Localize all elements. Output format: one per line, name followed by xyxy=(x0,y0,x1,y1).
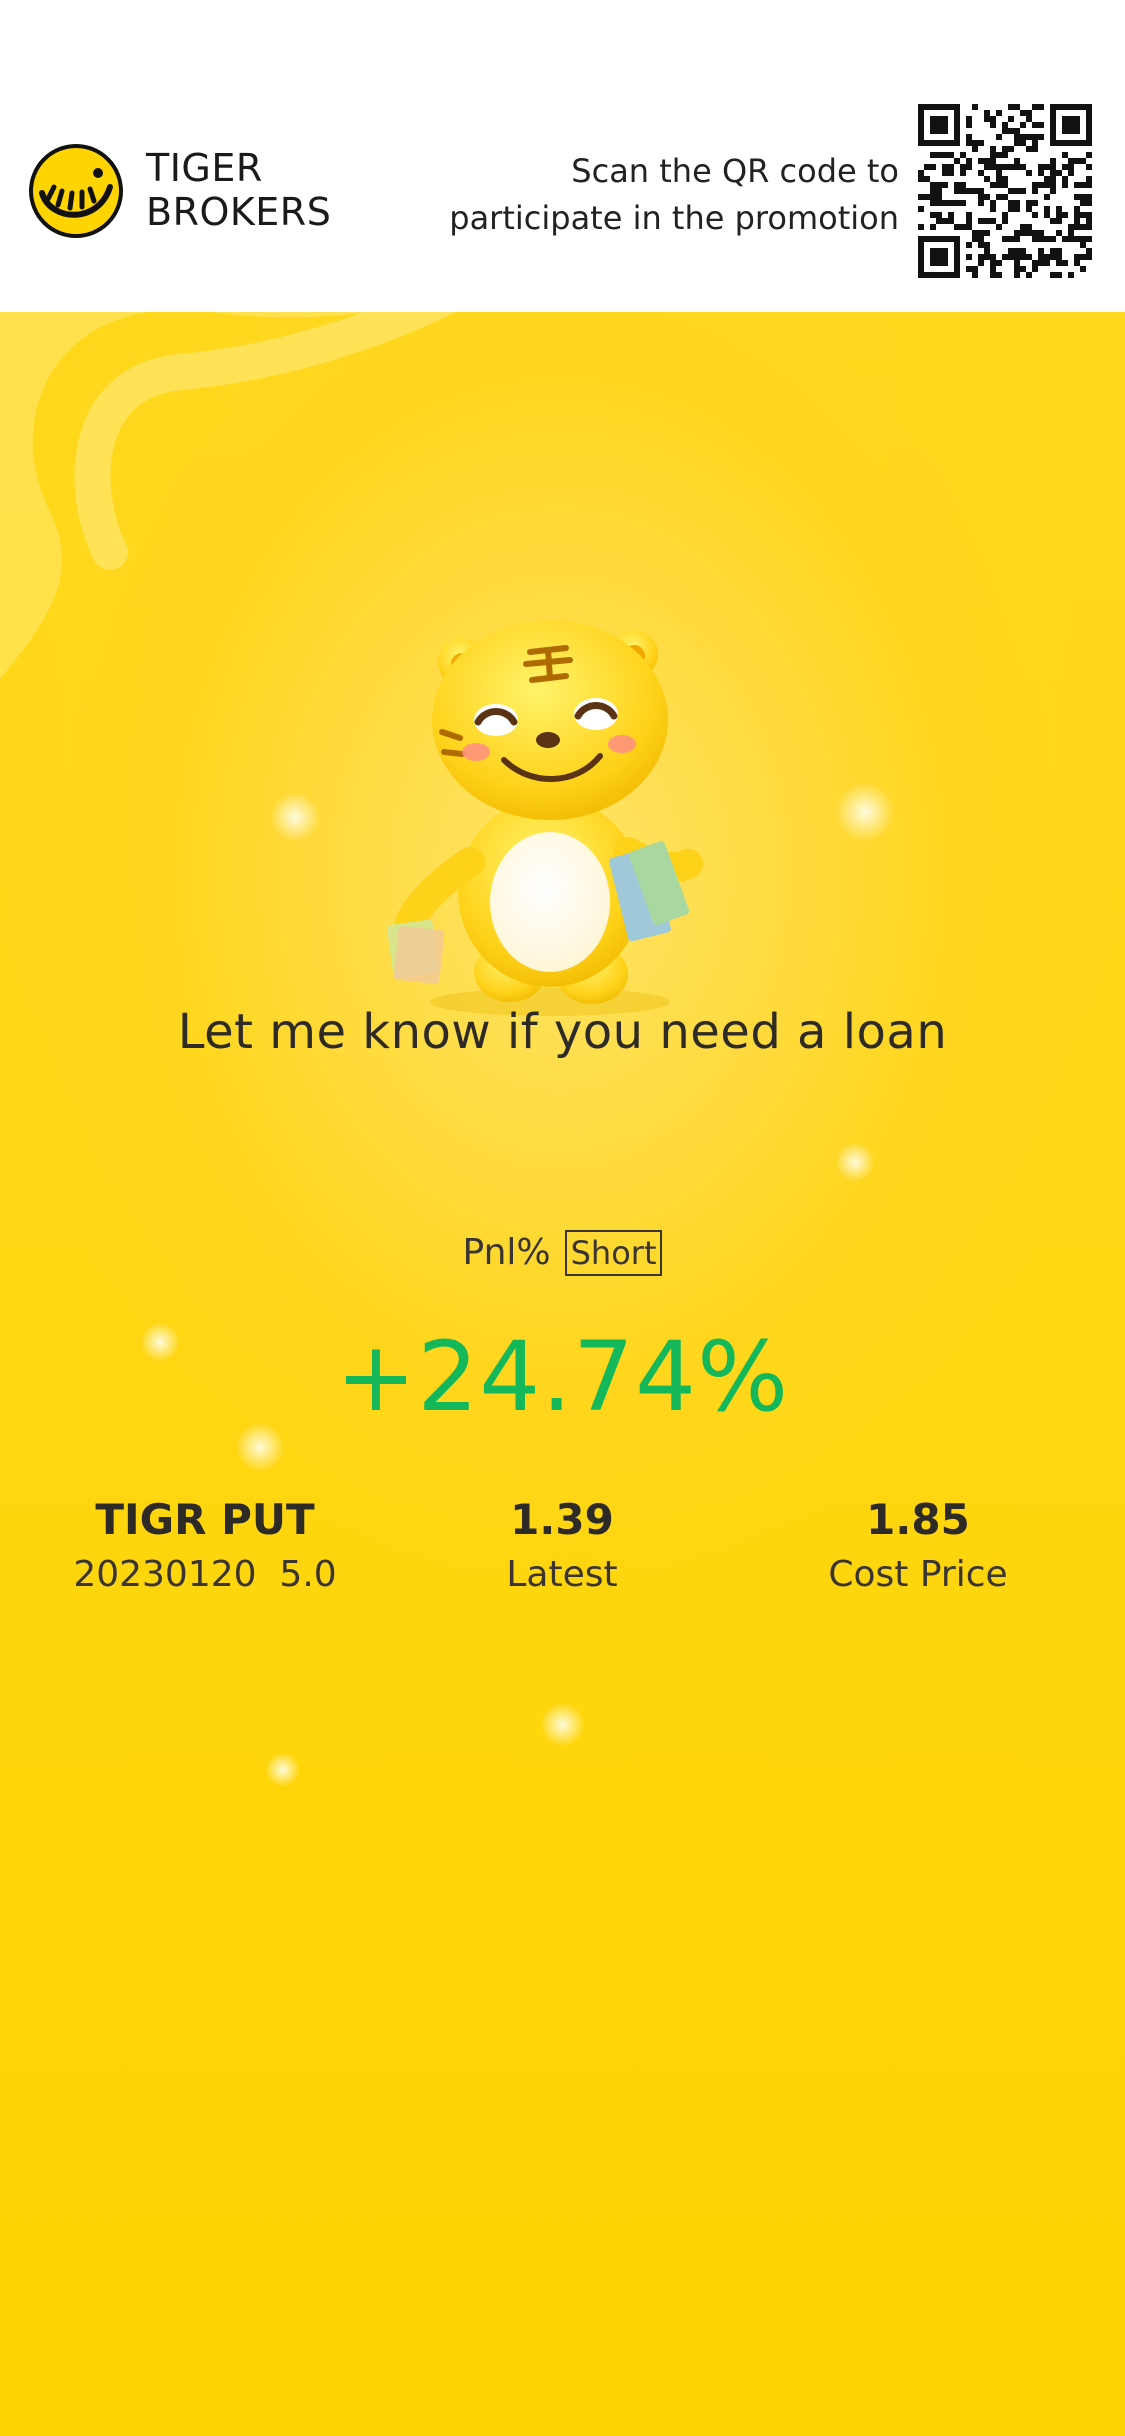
stat-latest: 1.39 Latest xyxy=(382,1492,742,1602)
pnl-header: Pnl% Short xyxy=(0,1228,1125,1277)
brand-name-line2: BROKERS xyxy=(146,190,332,234)
stat-symbol: TIGR PUT 20230120 5.0 xyxy=(25,1492,385,1602)
share-card: Let me know if you need a loan Pnl% Short… xyxy=(0,312,1125,2436)
scan-instruction-line1: Scan the QR code to xyxy=(571,152,899,190)
stat-cost-price-label: Cost Price xyxy=(828,1554,1008,1595)
tiger-brokers-logo-icon xyxy=(29,144,123,238)
pnl-percentage: +24.74% xyxy=(335,1321,790,1433)
position-direction-badge: Short xyxy=(564,1230,663,1276)
share-header: TIGER BROKERS Scan the QR code to partic… xyxy=(0,0,1125,312)
qr-code[interactable] xyxy=(918,104,1092,278)
tiger-mascot-icon xyxy=(386,620,703,1016)
scan-instruction-line2: participate in the promotion xyxy=(449,199,899,237)
position-stats: TIGR PUT 20230120 5.0 1.39 Latest 1.85 C… xyxy=(0,1492,1125,1612)
scan-instruction: Scan the QR code to participate in the p… xyxy=(449,148,899,242)
stat-latest-value: 1.39 xyxy=(510,1495,614,1544)
sparkle-decoration xyxy=(540,1702,585,1747)
stat-cost-price-value: 1.85 xyxy=(866,1495,970,1544)
sparkle-decoration xyxy=(265,1752,300,1787)
brand-name-line1: TIGER xyxy=(146,146,263,190)
pnl-label: Pnl% xyxy=(462,1232,551,1273)
sparkle-decoration xyxy=(270,792,320,842)
stat-cost-price: 1.85 Cost Price xyxy=(738,1492,1098,1602)
sparkle-decoration xyxy=(835,782,895,842)
promo-slogan: Let me know if you need a loan xyxy=(177,1004,948,1060)
stat-symbol-detail: 20230120 5.0 xyxy=(73,1554,337,1595)
sparkle-decoration xyxy=(835,1142,875,1182)
stat-latest-label: Latest xyxy=(506,1554,618,1595)
brand-name: TIGER BROKERS xyxy=(146,146,331,234)
stat-symbol-value: TIGR PUT xyxy=(95,1495,315,1544)
